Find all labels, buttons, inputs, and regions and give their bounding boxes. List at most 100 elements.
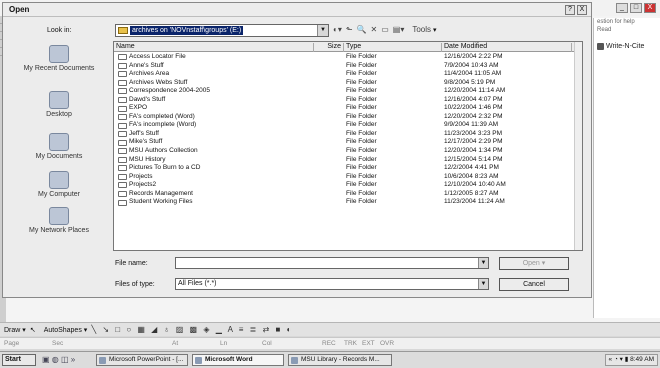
file-date-cell: 11/4/2004 11:05 AM <box>444 70 502 78</box>
folder-icon <box>118 173 127 180</box>
place-desktop[interactable]: Desktop <box>11 91 107 119</box>
column-size[interactable]: Size <box>314 43 344 52</box>
files-of-type-dropdown[interactable]: All Files (*.*) ▼ <box>175 278 489 290</box>
table-row[interactable]: Correspondence 2004-2005 File Folder 12/20… <box>114 87 582 96</box>
folder-icon <box>118 114 127 121</box>
file-date-cell: 11/23/2004 11:24 AM <box>444 198 505 206</box>
select-arrow-icon[interactable]: ↖ <box>30 326 36 334</box>
table-row[interactable]: Access Locator File File Folder 12/16/2004… <box>114 53 582 62</box>
table-row[interactable]: Projects2 File Folder 12/10/2004 10:40 AM <box>114 181 582 190</box>
place-label: My Documents <box>35 153 83 160</box>
clock: 8:49 AM <box>630 356 654 363</box>
help-side-pane: estion for help Read Write-N-Cite <box>593 18 660 318</box>
file-date-cell: 12/17/2004 2:29 PM <box>444 138 503 146</box>
autoshapes-menu[interactable]: AutoShapes ▾ <box>44 326 88 334</box>
my-computer-icon <box>49 171 69 189</box>
help-button[interactable]: ? <box>565 5 575 15</box>
tray-icons[interactable]: « ◔ ▾ ▮ <box>609 356 631 363</box>
table-row[interactable]: Dawd's Stuff File Folder 12/16/2004 4:07 P… <box>114 96 582 105</box>
back-icon[interactable]: ◐▾ <box>333 25 342 34</box>
chevron-down-icon[interactable]: ▼ <box>317 25 328 36</box>
file-name-text: EXPO <box>129 104 148 112</box>
maximize-button[interactable]: □ <box>630 3 642 13</box>
write-n-cite-button[interactable]: Write-N-Cite <box>594 42 660 51</box>
file-name-field[interactable]: ▼ <box>175 257 489 269</box>
dialog-close-button[interactable]: X <box>577 5 587 15</box>
file-name-cell: MSU Authors Collection <box>118 147 198 156</box>
column-date-modified[interactable]: Date Modified <box>442 43 572 52</box>
place-my-documents[interactable]: My Documents <box>11 133 107 161</box>
table-row[interactable]: Mike's Stuff File Folder 12/17/2004 2:29 P… <box>114 138 582 147</box>
read-button[interactable]: Read <box>594 26 660 34</box>
table-row[interactable]: Anne's Stuff File Folder 7/9/2004 10:43 AM <box>114 62 582 71</box>
table-row[interactable]: FA's incomplete (Word) File Folder 9/9/200… <box>114 121 582 130</box>
files-of-type-value: All Files (*.*) <box>178 280 217 287</box>
close-button[interactable]: X <box>644 3 656 13</box>
file-list[interactable]: Name Size Type Date Modified Access Loca… <box>113 41 583 251</box>
file-type-cell: File Folder <box>346 181 377 189</box>
table-row[interactable]: Jeff's Stuff File Folder 11/23/2004 3:23 P… <box>114 130 582 139</box>
file-date-cell: 12/16/2004 2:22 PM <box>444 53 503 60</box>
table-row[interactable]: Projects File Folder 10/6/2004 8:23 AM <box>114 173 582 182</box>
file-name-text: Records Management <box>129 189 193 197</box>
task-label: MSU Library - Records M... <box>301 356 380 363</box>
drawing-tools-icon[interactable]: ╲ ↘ □ ○ ▦ ◢ ♁ ▨ ▩ ◈ ▁ A ≡ ≣ ⇄ ■ ◐ <box>91 325 293 334</box>
file-date-cell: 9/8/2004 5:19 PM <box>444 78 496 86</box>
table-row[interactable]: Archives Area File Folder 11/4/2004 11:05 … <box>114 70 582 79</box>
delete-icon[interactable]: ✕ <box>371 25 378 34</box>
place-my-computer[interactable]: My Computer <box>11 171 107 199</box>
views-icon[interactable]: ▤▾ <box>393 25 405 34</box>
dialog-controls: ? X <box>565 5 587 15</box>
table-row[interactable]: MSU Authors Collection File Folder 12/20/2… <box>114 147 582 156</box>
file-name-text: Student Working Files <box>129 198 193 206</box>
chevron-down-icon[interactable]: ▼ <box>478 279 488 289</box>
taskbar: Start ▣ ◍ ◫ » Microsoft PowerPoint - [..… <box>0 351 660 368</box>
folder-icon <box>118 122 127 129</box>
open-button[interactable]: Open ▾ <box>499 257 569 270</box>
file-type-cell: File Folder <box>346 53 377 60</box>
table-row[interactable]: MSU History File Folder 12/15/2004 5:14 PM <box>114 156 582 165</box>
draw-menu[interactable]: Draw ▾ <box>4 326 26 334</box>
column-type[interactable]: Type <box>344 43 442 52</box>
file-name-cell: Student Working Files <box>118 198 192 207</box>
draw-label: Draw <box>4 326 21 334</box>
folder-icon <box>118 71 127 78</box>
folder-icon <box>118 199 127 206</box>
help-question-text[interactable]: estion for help <box>594 18 660 26</box>
file-date-cell: 12/10/2004 10:40 AM <box>444 181 506 189</box>
file-name-text: Access Locator File <box>129 53 186 60</box>
table-row[interactable]: Archives Webs Stuff File Folder 9/8/2004 5… <box>114 79 582 88</box>
file-name-cell: Projects2 <box>118 181 156 190</box>
file-name-text: Mike's Stuff <box>129 138 163 146</box>
table-row[interactable]: Pictures To Burn to a CD File Folder 12/2/… <box>114 164 582 173</box>
file-type-cell: File Folder <box>346 189 377 197</box>
place-my-network-places[interactable]: My Network Places <box>11 207 107 235</box>
folder-icon <box>118 148 127 155</box>
task-msu-library[interactable]: MSU Library - Records M... <box>288 354 392 366</box>
file-name-text: FA's completed (Word) <box>129 112 195 120</box>
look-in-dropdown[interactable]: archives on 'NOVnstaff\groups' (E:) ▼ <box>115 24 329 37</box>
table-row[interactable]: Student Working Files File Folder 11/23/20… <box>114 198 582 207</box>
start-button[interactable]: Start <box>2 354 36 366</box>
file-name-text: Correspondence 2004-2005 <box>129 87 210 95</box>
table-row[interactable]: FA's completed (Word) File Folder 12/20/20… <box>114 113 582 122</box>
file-name-text: FA's incomplete (Word) <box>129 121 197 129</box>
column-name[interactable]: Name <box>114 43 314 52</box>
place-my-recent-documents[interactable]: My Recent Documents <box>11 45 107 73</box>
write-n-cite-label: Write-N-Cite <box>606 43 645 50</box>
file-name-cell: Access Locator File <box>118 53 186 62</box>
new-folder-icon[interactable]: ▭ <box>381 25 389 34</box>
cancel-button[interactable]: Cancel <box>499 278 569 291</box>
search-web-icon[interactable]: 🔍 <box>357 25 367 34</box>
quick-launch-icon[interactable]: ▣ ◍ ◫ » <box>42 355 75 364</box>
table-row[interactable]: EXPO File Folder 10/22/2004 1:46 PM <box>114 104 582 113</box>
task-powerpoint[interactable]: Microsoft PowerPoint - [... <box>96 354 188 366</box>
chevron-down-icon[interactable]: ▼ <box>478 258 488 268</box>
up-folder-icon[interactable]: ⬑ <box>346 25 353 34</box>
table-row[interactable]: Records Management File Folder 1/12/2005 8… <box>114 190 582 199</box>
file-type-cell: File Folder <box>346 121 377 129</box>
file-list-scrollbar[interactable] <box>574 42 582 250</box>
task-word[interactable]: Microsoft Word <box>192 354 284 366</box>
minimize-button[interactable]: _ <box>616 3 628 13</box>
tools-menu[interactable]: Tools ▾ <box>412 25 436 34</box>
